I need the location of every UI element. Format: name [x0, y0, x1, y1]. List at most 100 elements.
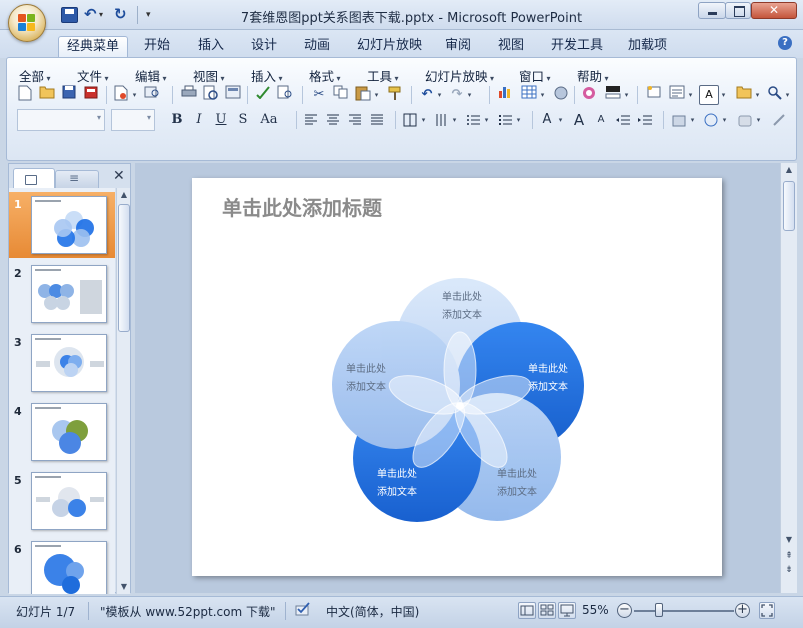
arrange-icon[interactable]: [669, 110, 689, 130]
tab-animations[interactable]: 动画: [296, 36, 338, 58]
previous-slide-icon[interactable]: ⇞: [782, 549, 796, 563]
office-button[interactable]: [8, 4, 46, 42]
align-right-icon[interactable]: [345, 110, 365, 130]
slide-thumbnail-6[interactable]: 6: [9, 537, 115, 594]
redo-icon[interactable]: ↷: [447, 85, 467, 105]
zoom-magnifier-icon[interactable]: [765, 85, 785, 105]
dropdown-arrow-icon[interactable]: ▾: [687, 85, 694, 105]
dropdown-arrow-icon[interactable]: ▾: [131, 85, 138, 105]
menu-window[interactable]: 窗口: [519, 66, 551, 84]
paste-icon[interactable]: [353, 85, 373, 105]
print-icon[interactable]: [179, 85, 199, 105]
slide-canvas[interactable]: 单击此处添加标题 单击此处 添加文本 单击此处 添加文本 单击此处 添加文本 单…: [192, 178, 722, 576]
font-size-combobox[interactable]: [111, 109, 155, 131]
tab-classic-menu[interactable]: 经典菜单: [58, 36, 129, 58]
shape-fill-icon[interactable]: [735, 110, 755, 130]
tab-slide-show[interactable]: 幻灯片放映: [349, 36, 430, 58]
bold-button[interactable]: B: [167, 110, 187, 130]
insert-chart-icon[interactable]: [495, 85, 515, 105]
bullets-icon[interactable]: [495, 110, 515, 130]
dropdown-arrow-icon[interactable]: ▾: [466, 85, 473, 105]
undo-icon[interactable]: ↶: [417, 85, 437, 105]
menu-edit[interactable]: 编辑: [135, 66, 167, 84]
zoom-in-button[interactable]: +: [735, 603, 750, 618]
slide-area-scrollbar[interactable]: ▲ ▼ ⇞ ⇟: [780, 163, 797, 593]
shading-icon[interactable]: [603, 85, 623, 105]
maximize-button[interactable]: [725, 2, 751, 19]
italic-button[interactable]: I: [189, 110, 209, 130]
open-folder-icon[interactable]: [734, 85, 754, 105]
scroll-down-arrow-icon[interactable]: ▼: [117, 580, 131, 594]
dropdown-arrow-icon[interactable]: ▾: [373, 85, 380, 105]
insert-table-icon[interactable]: [519, 85, 539, 105]
venn-label-left-line2[interactable]: 添加文本: [346, 380, 386, 393]
zoom-out-button[interactable]: −: [617, 603, 632, 618]
increase-indent-icon[interactable]: [635, 110, 655, 130]
columns-icon[interactable]: [400, 110, 420, 130]
font-name-combobox[interactable]: [17, 109, 105, 131]
venn-label-bottom-left-line2[interactable]: 添加文本: [377, 485, 417, 498]
align-left-icon[interactable]: [301, 110, 321, 130]
shapes-icon[interactable]: [701, 110, 721, 130]
dropdown-arrow-icon[interactable]: ▾: [436, 85, 443, 105]
text-direction-icon[interactable]: [431, 110, 451, 130]
dropdown-arrow-icon[interactable]: ▾: [539, 85, 546, 105]
slide-thumbnail-5[interactable]: 5: [9, 468, 115, 534]
scrollbar-thumb[interactable]: [783, 181, 795, 231]
slide-thumbnail-1[interactable]: 1: [9, 192, 115, 258]
scroll-up-arrow-icon[interactable]: ▲: [782, 163, 796, 177]
dropdown-arrow-icon[interactable]: ▾: [557, 110, 564, 130]
spelling-check-icon[interactable]: [294, 600, 312, 621]
save-icon[interactable]: [59, 85, 79, 105]
tab-developer[interactable]: 开发工具: [543, 36, 611, 58]
align-center-icon[interactable]: [323, 110, 343, 130]
dropdown-arrow-icon[interactable]: ▾: [784, 85, 791, 105]
tab-outline[interactable]: [55, 170, 99, 188]
slides-panel-scrollbar[interactable]: ▲ ▼: [116, 188, 130, 594]
dropdown-arrow-icon[interactable]: ▾: [623, 85, 630, 105]
dropdown-arrow-icon[interactable]: ▾: [721, 110, 728, 130]
help-icon[interactable]: ?: [778, 36, 792, 50]
shape-outline-icon[interactable]: [769, 110, 789, 130]
cut-icon[interactable]: ✂: [309, 85, 329, 105]
tab-insert[interactable]: 插入: [190, 36, 232, 58]
dropdown-arrow-icon[interactable]: ▾: [755, 110, 762, 130]
tab-design[interactable]: 设计: [243, 36, 285, 58]
zoom-slider-track[interactable]: [634, 610, 734, 612]
venn-label-top-line1[interactable]: 单击此处: [442, 290, 482, 303]
dropdown-arrow-icon[interactable]: ▾: [451, 110, 458, 130]
print-preview-icon[interactable]: [111, 85, 131, 105]
menu-help[interactable]: 帮助: [577, 66, 609, 84]
open-folder-icon[interactable]: [37, 85, 57, 105]
shrink-font-button[interactable]: A: [591, 110, 611, 130]
dropdown-arrow-icon[interactable]: ▾: [720, 85, 727, 105]
tab-slides[interactable]: [13, 168, 55, 188]
menu-file[interactable]: 文件: [77, 66, 109, 84]
language-indicator[interactable]: 中文(简体，中国): [326, 603, 419, 620]
slide-sorter-view-button[interactable]: [538, 602, 556, 619]
change-case-button[interactable]: Aa: [255, 110, 283, 130]
spelling-icon[interactable]: [253, 85, 273, 105]
dropdown-arrow-icon[interactable]: ▾: [515, 110, 522, 130]
slide-layout-icon[interactable]: [223, 85, 243, 105]
dropdown-arrow-icon[interactable]: ▾: [754, 85, 761, 105]
venn-label-left-line1[interactable]: 单击此处: [346, 362, 386, 375]
menu-view[interactable]: 视图: [193, 66, 225, 84]
format-painter-icon[interactable]: [385, 85, 405, 105]
text-box-icon[interactable]: A: [699, 85, 719, 105]
slide-thumbnail-2[interactable]: 2: [9, 261, 115, 327]
color-grayscale-icon[interactable]: [579, 85, 599, 105]
zoom-level[interactable]: 55%: [582, 603, 609, 617]
venn-label-right-line1[interactable]: 单击此处: [528, 362, 568, 375]
tab-add-ins[interactable]: 加载项: [620, 36, 675, 58]
venn-label-bottom-right-line1[interactable]: 单击此处: [497, 467, 537, 480]
close-button[interactable]: [751, 2, 797, 19]
dropdown-arrow-icon[interactable]: ▾: [420, 110, 427, 130]
close-panel-icon[interactable]: ✕: [113, 168, 125, 184]
scroll-up-arrow-icon[interactable]: ▲: [117, 188, 131, 202]
new-document-icon[interactable]: [15, 85, 35, 105]
scroll-down-arrow-icon[interactable]: ▼: [782, 533, 796, 547]
slide-thumbnail-3[interactable]: 3: [9, 330, 115, 396]
menu-format[interactable]: 格式: [309, 66, 341, 84]
menu-tools[interactable]: 工具: [367, 66, 399, 84]
